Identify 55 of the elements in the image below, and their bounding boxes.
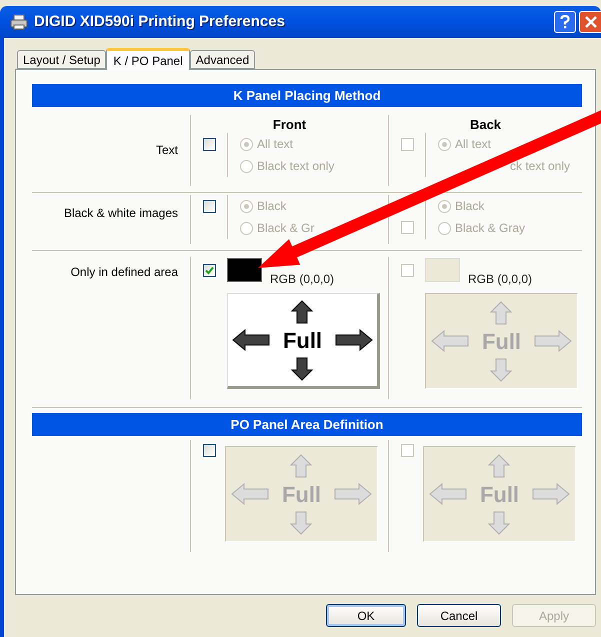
row-label: Text <box>156 142 178 159</box>
arrow-icon <box>430 330 469 352</box>
area-label: Full <box>282 326 324 354</box>
radio-label: Black & Gray <box>455 220 526 237</box>
window-title: DIGID XID590i Printing Preferences <box>34 12 285 32</box>
arrow-icon <box>334 483 372 505</box>
arrow-icon <box>232 329 270 351</box>
tab[interactable]: Layout / Setup <box>17 50 106 69</box>
column-header: Front <box>272 116 308 133</box>
arrow-icon <box>334 329 373 351</box>
dialog-button[interactable]: OK <box>326 604 406 627</box>
help-icon <box>560 15 570 29</box>
checkbox[interactable] <box>203 444 216 457</box>
section-header: K Panel Placing Method <box>32 84 582 107</box>
area-label: Full <box>280 480 322 508</box>
color-swatch[interactable] <box>227 258 262 282</box>
area-label: Full <box>478 480 520 508</box>
row-label: Only in defined area <box>70 264 178 281</box>
radio-label: Black & Gr <box>257 220 314 237</box>
help-button[interactable] <box>554 11 576 33</box>
radio-label: All text <box>257 136 294 153</box>
tab[interactable]: Advanced <box>190 50 256 69</box>
section-header: PO Panel Area Definition <box>32 413 582 436</box>
close-button[interactable] <box>579 11 601 33</box>
column-header: Back <box>468 116 502 133</box>
arrow-icon <box>230 483 269 505</box>
close-icon <box>584 16 596 28</box>
checkbox[interactable] <box>203 264 216 276</box>
arrow-icon <box>534 330 572 352</box>
arrow-icon <box>291 300 314 324</box>
radio-label: All text <box>455 136 492 153</box>
color-value: RGB (0,0,0) <box>468 272 532 286</box>
arrow-icon <box>290 510 312 534</box>
area-selector[interactable]: Full <box>227 293 380 389</box>
arrow-icon <box>490 300 512 324</box>
arrow-icon <box>490 358 512 382</box>
check-icon <box>205 266 214 274</box>
radio-label: Black <box>257 198 286 215</box>
area-label: Full <box>480 328 522 356</box>
arrow-icon <box>290 454 312 478</box>
radio-label: Black <box>455 198 484 215</box>
arrow-icon <box>428 483 467 505</box>
tab[interactable]: K / PO Panel <box>106 48 190 70</box>
dialog-button[interactable]: Cancel <box>417 604 501 627</box>
arrow-icon <box>291 356 314 380</box>
color-value: RGB (0,0,0) <box>270 272 334 286</box>
printer-icon <box>10 14 28 30</box>
radio-label: ck text only <box>510 158 570 175</box>
checkbox[interactable] <box>203 138 216 151</box>
arrow-icon <box>532 483 570 505</box>
checkbox[interactable] <box>203 200 216 213</box>
arrow-icon <box>488 454 510 478</box>
arrow-icon <box>488 510 510 534</box>
row-label: Black & white images <box>64 205 178 222</box>
radio-label: Black text only <box>257 158 334 175</box>
